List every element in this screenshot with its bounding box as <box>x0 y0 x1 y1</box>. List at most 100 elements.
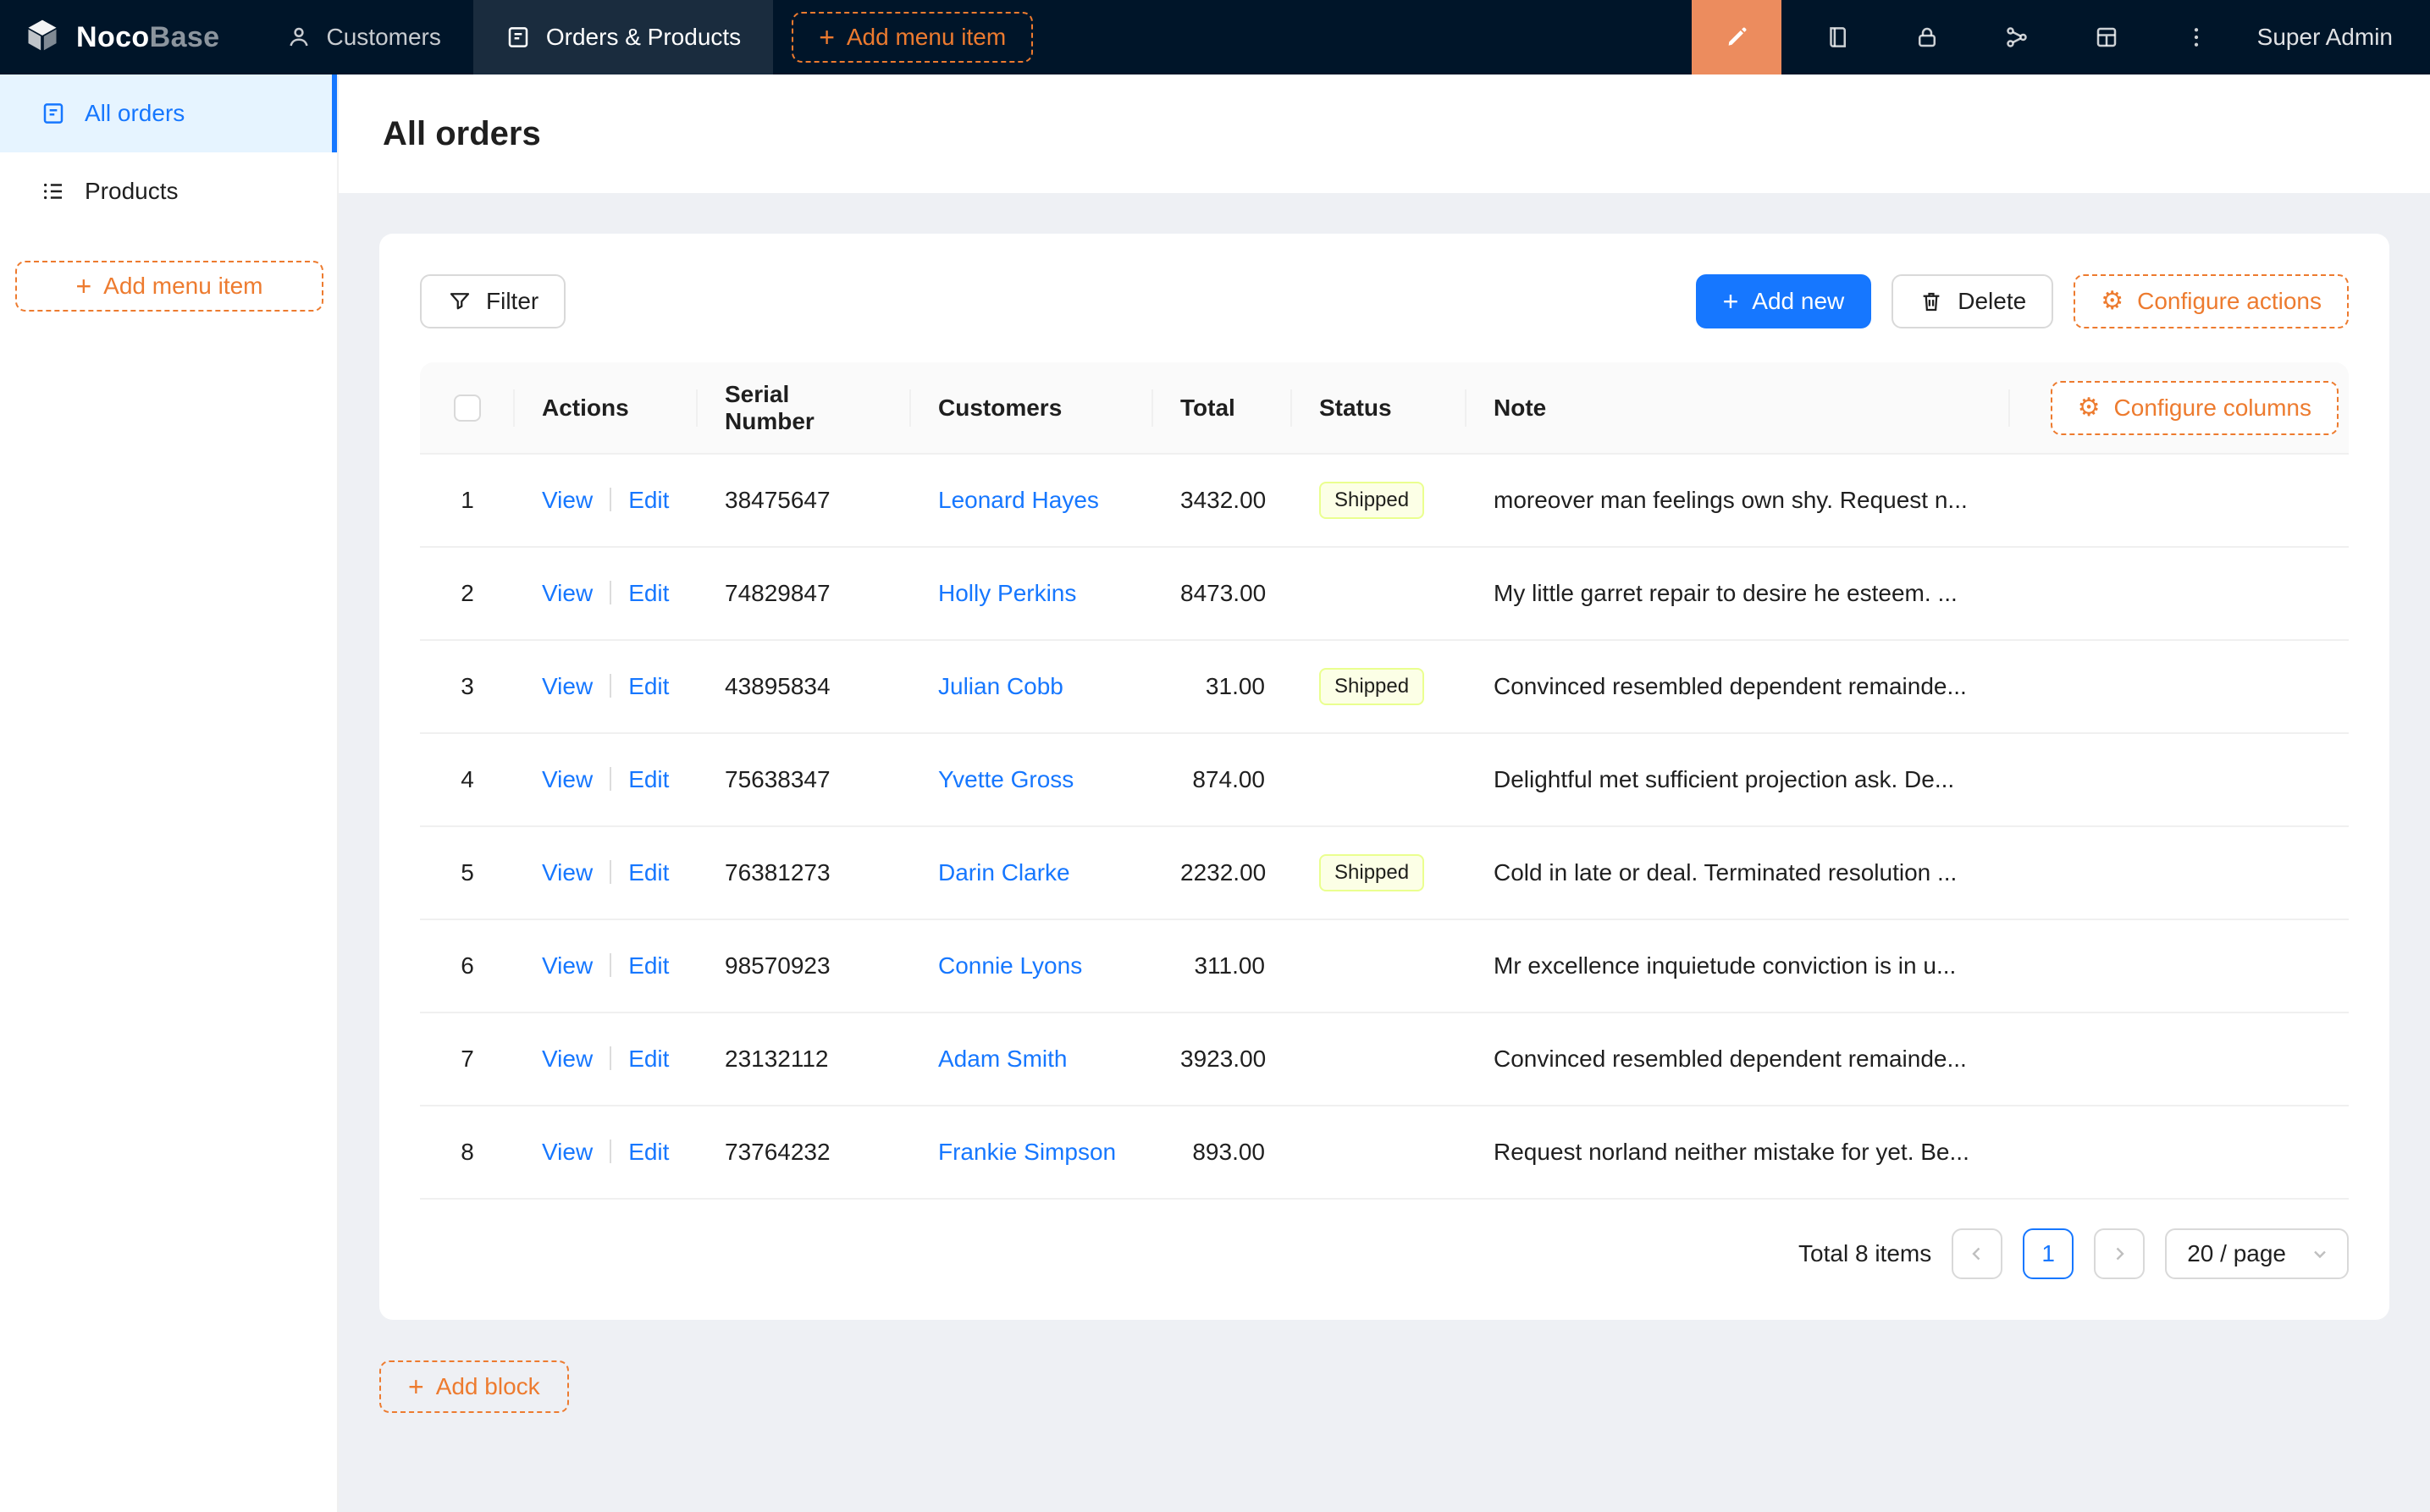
view-link[interactable]: View <box>542 952 593 979</box>
customer-link[interactable]: Frankie Simpson <box>938 1139 1116 1165</box>
nav-tab-orders-products[interactable]: Orders & Products <box>473 0 773 74</box>
order-total: 3432.00 <box>1180 487 1266 513</box>
logo-text: NocoBase <box>76 21 220 54</box>
add-block-button[interactable]: + Add block <box>379 1360 569 1413</box>
lock-icon[interactable] <box>1893 0 1961 74</box>
configure-columns-button[interactable]: ⚙ Configure columns <box>2051 381 2339 435</box>
serial-number: 73764232 <box>725 1139 831 1165</box>
nocobase-logo[interactable]: NocoBase <box>0 0 254 74</box>
order-total: 2232.00 <box>1180 859 1266 886</box>
customer-link[interactable]: Leonard Hayes <box>938 487 1099 513</box>
chevron-right-icon <box>2109 1244 2129 1264</box>
pagination-prev-button[interactable] <box>1952 1228 2002 1279</box>
customer-link[interactable]: Connie Lyons <box>938 952 1082 979</box>
row-index: 6 <box>461 952 474 979</box>
column-header-customers: Customers <box>911 362 1153 454</box>
view-link[interactable]: View <box>542 859 593 886</box>
order-total: 893.00 <box>1192 1139 1265 1165</box>
serial-number: 43895834 <box>725 673 831 699</box>
delete-button[interactable]: Delete <box>1892 274 2053 328</box>
row-index: 5 <box>461 859 474 886</box>
view-link[interactable]: View <box>542 1139 593 1165</box>
edit-link[interactable]: Edit <box>628 580 669 606</box>
edit-link[interactable]: Edit <box>628 766 669 792</box>
filter-funnel-icon <box>447 289 472 314</box>
ui-editor-button[interactable] <box>1692 0 1781 74</box>
order-note: Mr excellence inquietude conviction is i… <box>1494 952 1956 979</box>
status-tag: Shipped <box>1319 854 1424 891</box>
edit-link[interactable]: Edit <box>628 1046 669 1072</box>
nav-tab-label: Orders & Products <box>546 24 741 51</box>
view-link[interactable]: View <box>542 1046 593 1072</box>
view-link[interactable]: View <box>542 580 593 606</box>
order-note: Convinced resembled dependent remainde..… <box>1494 673 1967 699</box>
plus-icon: + <box>75 273 91 300</box>
user-menu[interactable]: Super Admin <box>2230 0 2430 74</box>
orders-table: Actions Serial Number Customers Total St… <box>420 362 2349 1200</box>
nav-tab-label: Customers <box>327 24 441 51</box>
filter-button[interactable]: Filter <box>420 274 566 328</box>
header-right-actions: Super Admin <box>1692 0 2430 74</box>
sidebar-item-products[interactable]: Products <box>0 152 337 230</box>
logo-text-base: Base <box>150 21 220 53</box>
row-index: 2 <box>461 580 474 606</box>
pagination-next-button[interactable] <box>2094 1228 2145 1279</box>
pagination-page-1[interactable]: 1 <box>2023 1228 2074 1279</box>
page-body: Filter + Add new Delete <box>339 193 2430 1512</box>
share-nodes-icon[interactable] <box>1983 0 2051 74</box>
configure-actions-button[interactable]: ⚙ Configure actions <box>2074 274 2349 328</box>
column-header-status: Status <box>1292 362 1466 454</box>
delete-label: Delete <box>1958 288 2026 315</box>
edit-link[interactable]: Edit <box>628 487 669 513</box>
orders-table-body: 1 ViewEdit 38475647 Leonard Hayes 3432.0… <box>420 454 2349 1199</box>
page-size-select[interactable]: 20 / page <box>2165 1228 2349 1279</box>
more-ellipsis-icon[interactable] <box>2162 0 2230 74</box>
sidebar-item-all-orders[interactable]: All orders <box>0 74 337 152</box>
orders-table-head: Actions Serial Number Customers Total St… <box>420 362 2349 454</box>
customer-link[interactable]: Darin Clarke <box>938 859 1070 886</box>
select-all-checkbox[interactable] <box>454 395 481 422</box>
filter-label: Filter <box>486 288 538 315</box>
list-icon <box>41 179 66 204</box>
toolbar-right: + Add new Delete ⚙ Conf <box>1696 274 2349 328</box>
top-header: NocoBase Customers Orders & Products + A… <box>0 0 2430 74</box>
sidebar-add-menu-item-button[interactable]: + Add menu item <box>15 261 323 312</box>
add-new-button[interactable]: + Add new <box>1696 274 1872 328</box>
serial-number: 76381273 <box>725 859 831 886</box>
row-index: 3 <box>461 673 474 699</box>
main-area: All orders Products + Add menu item All … <box>0 74 2430 1512</box>
table-row: 6 ViewEdit 98570923 Connie Lyons 311.00 … <box>420 919 2349 1013</box>
edit-link[interactable]: Edit <box>628 673 669 699</box>
column-header-actions: Actions <box>515 362 698 454</box>
pagination-total: Total 8 items <box>1798 1240 1931 1267</box>
view-link[interactable]: View <box>542 766 593 792</box>
plus-icon: + <box>819 24 835 51</box>
nocobase-logo-icon <box>24 16 61 59</box>
header-add-menu-item-button[interactable]: + Add menu item <box>792 12 1033 63</box>
table-row: 7 ViewEdit 23132112 Adam Smith 3923.00 C… <box>420 1013 2349 1106</box>
layout-icon[interactable] <box>2073 0 2140 74</box>
edit-link[interactable]: Edit <box>628 952 669 979</box>
nav-tab-customers[interactable]: Customers <box>254 0 473 74</box>
customer-link[interactable]: Yvette Gross <box>938 766 1074 792</box>
edit-link[interactable]: Edit <box>628 859 669 886</box>
configure-actions-label: Configure actions <box>2137 288 2322 315</box>
column-header-serial-number: Serial Number <box>698 362 911 454</box>
action-divider <box>610 953 611 977</box>
trash-icon <box>1919 289 1944 314</box>
order-total: 8473.00 <box>1180 580 1266 606</box>
chevron-down-icon <box>2310 1244 2330 1264</box>
customer-link[interactable]: Adam Smith <box>938 1046 1068 1072</box>
orders-card: Filter + Add new Delete <box>379 234 2389 1320</box>
customer-link[interactable]: Holly Perkins <box>938 580 1076 606</box>
edit-link[interactable]: Edit <box>628 1139 669 1165</box>
view-link[interactable]: View <box>542 487 593 513</box>
order-total: 874.00 <box>1192 766 1265 792</box>
user-name: Super Admin <box>2257 24 2393 51</box>
table-row: 3 ViewEdit 43895834 Julian Cobb 31.00 Sh… <box>420 640 2349 733</box>
pagination: Total 8 items 1 <box>420 1228 2349 1279</box>
view-link[interactable]: View <box>542 673 593 699</box>
column-header-total: Total <box>1153 362 1292 454</box>
customer-link[interactable]: Julian Cobb <box>938 673 1063 699</box>
book-icon[interactable] <box>1803 0 1871 74</box>
